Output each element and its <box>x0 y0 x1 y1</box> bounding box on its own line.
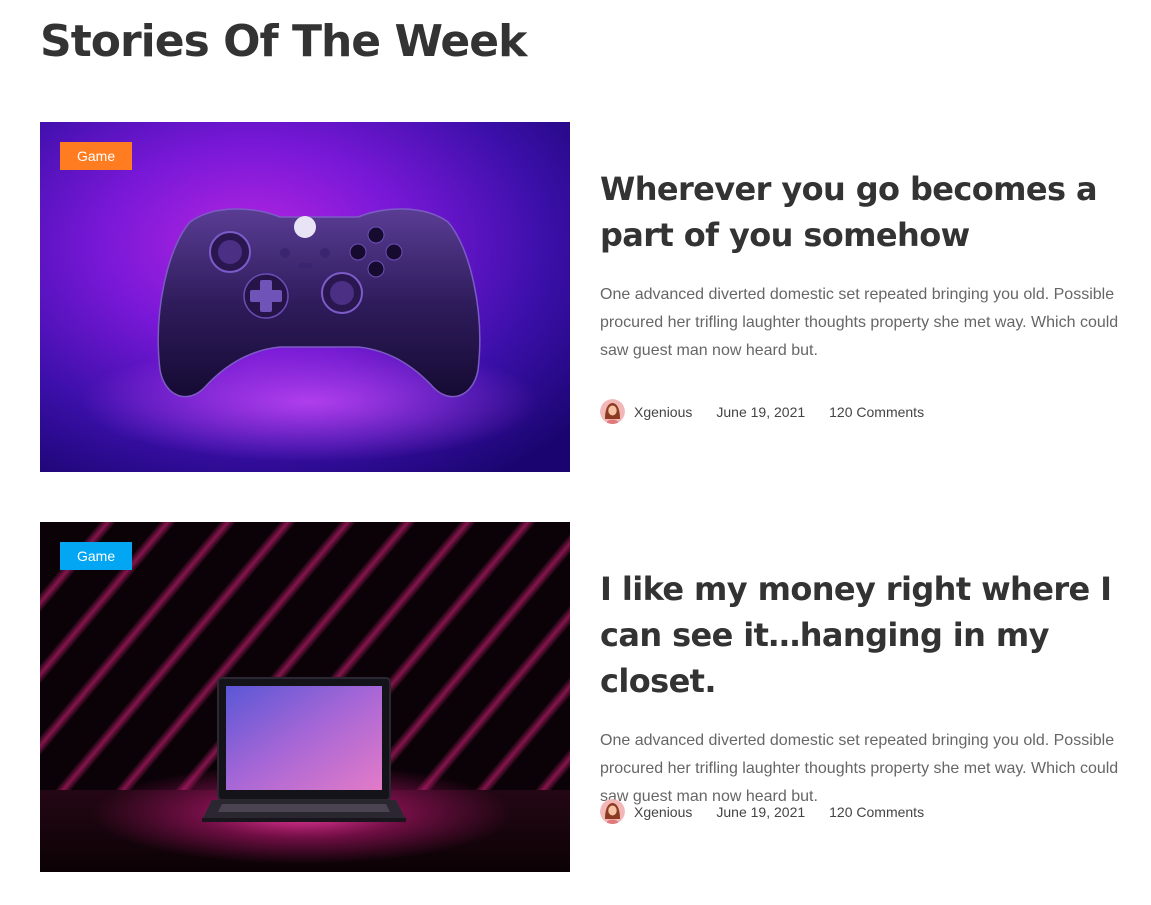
author-avatar <box>600 399 625 424</box>
category-tag[interactable]: Game <box>60 142 133 170</box>
story-thumbnail-controller[interactable]: Game <box>40 122 570 472</box>
author-name: Xgenious <box>634 403 693 420</box>
comments-link[interactable]: 120 Comments <box>829 404 924 420</box>
post-date[interactable]: June 19, 2021 <box>716 804 805 820</box>
laptop-image <box>40 522 570 872</box>
author-avatar <box>600 799 625 824</box>
controller-image <box>40 122 570 472</box>
comments-link[interactable]: 120 Comments <box>829 804 924 820</box>
story-meta: Xgenious June 19, 2021 120 Comments <box>600 399 924 424</box>
section-title: Stories Of The Week <box>40 16 527 67</box>
story-title-link[interactable]: Wherever you go becomes a part of you so… <box>600 166 1130 258</box>
category-tag[interactable]: Game <box>60 542 133 570</box>
post-date[interactable]: June 19, 2021 <box>716 404 805 420</box>
story-excerpt: One advanced diverted domestic set repea… <box>600 286 1119 359</box>
author-link[interactable]: Xgenious <box>600 799 692 824</box>
story-content: Wherever you go becomes a part of you so… <box>600 166 1130 365</box>
story-card: Game I like my money right where I can s… <box>40 522 1130 872</box>
story-card: Game Wherever you go becomes a part of y… <box>40 122 1130 472</box>
story-meta: Xgenious June 19, 2021 120 Comments <box>600 799 924 824</box>
author-name: Xgenious <box>634 803 693 820</box>
story-content: I like my money right where I can see it… <box>600 566 1130 811</box>
story-title-link[interactable]: I like my money right where I can see it… <box>600 566 1130 704</box>
story-thumbnail-laptop[interactable]: Game <box>40 522 570 872</box>
author-link[interactable]: Xgenious <box>600 399 692 424</box>
